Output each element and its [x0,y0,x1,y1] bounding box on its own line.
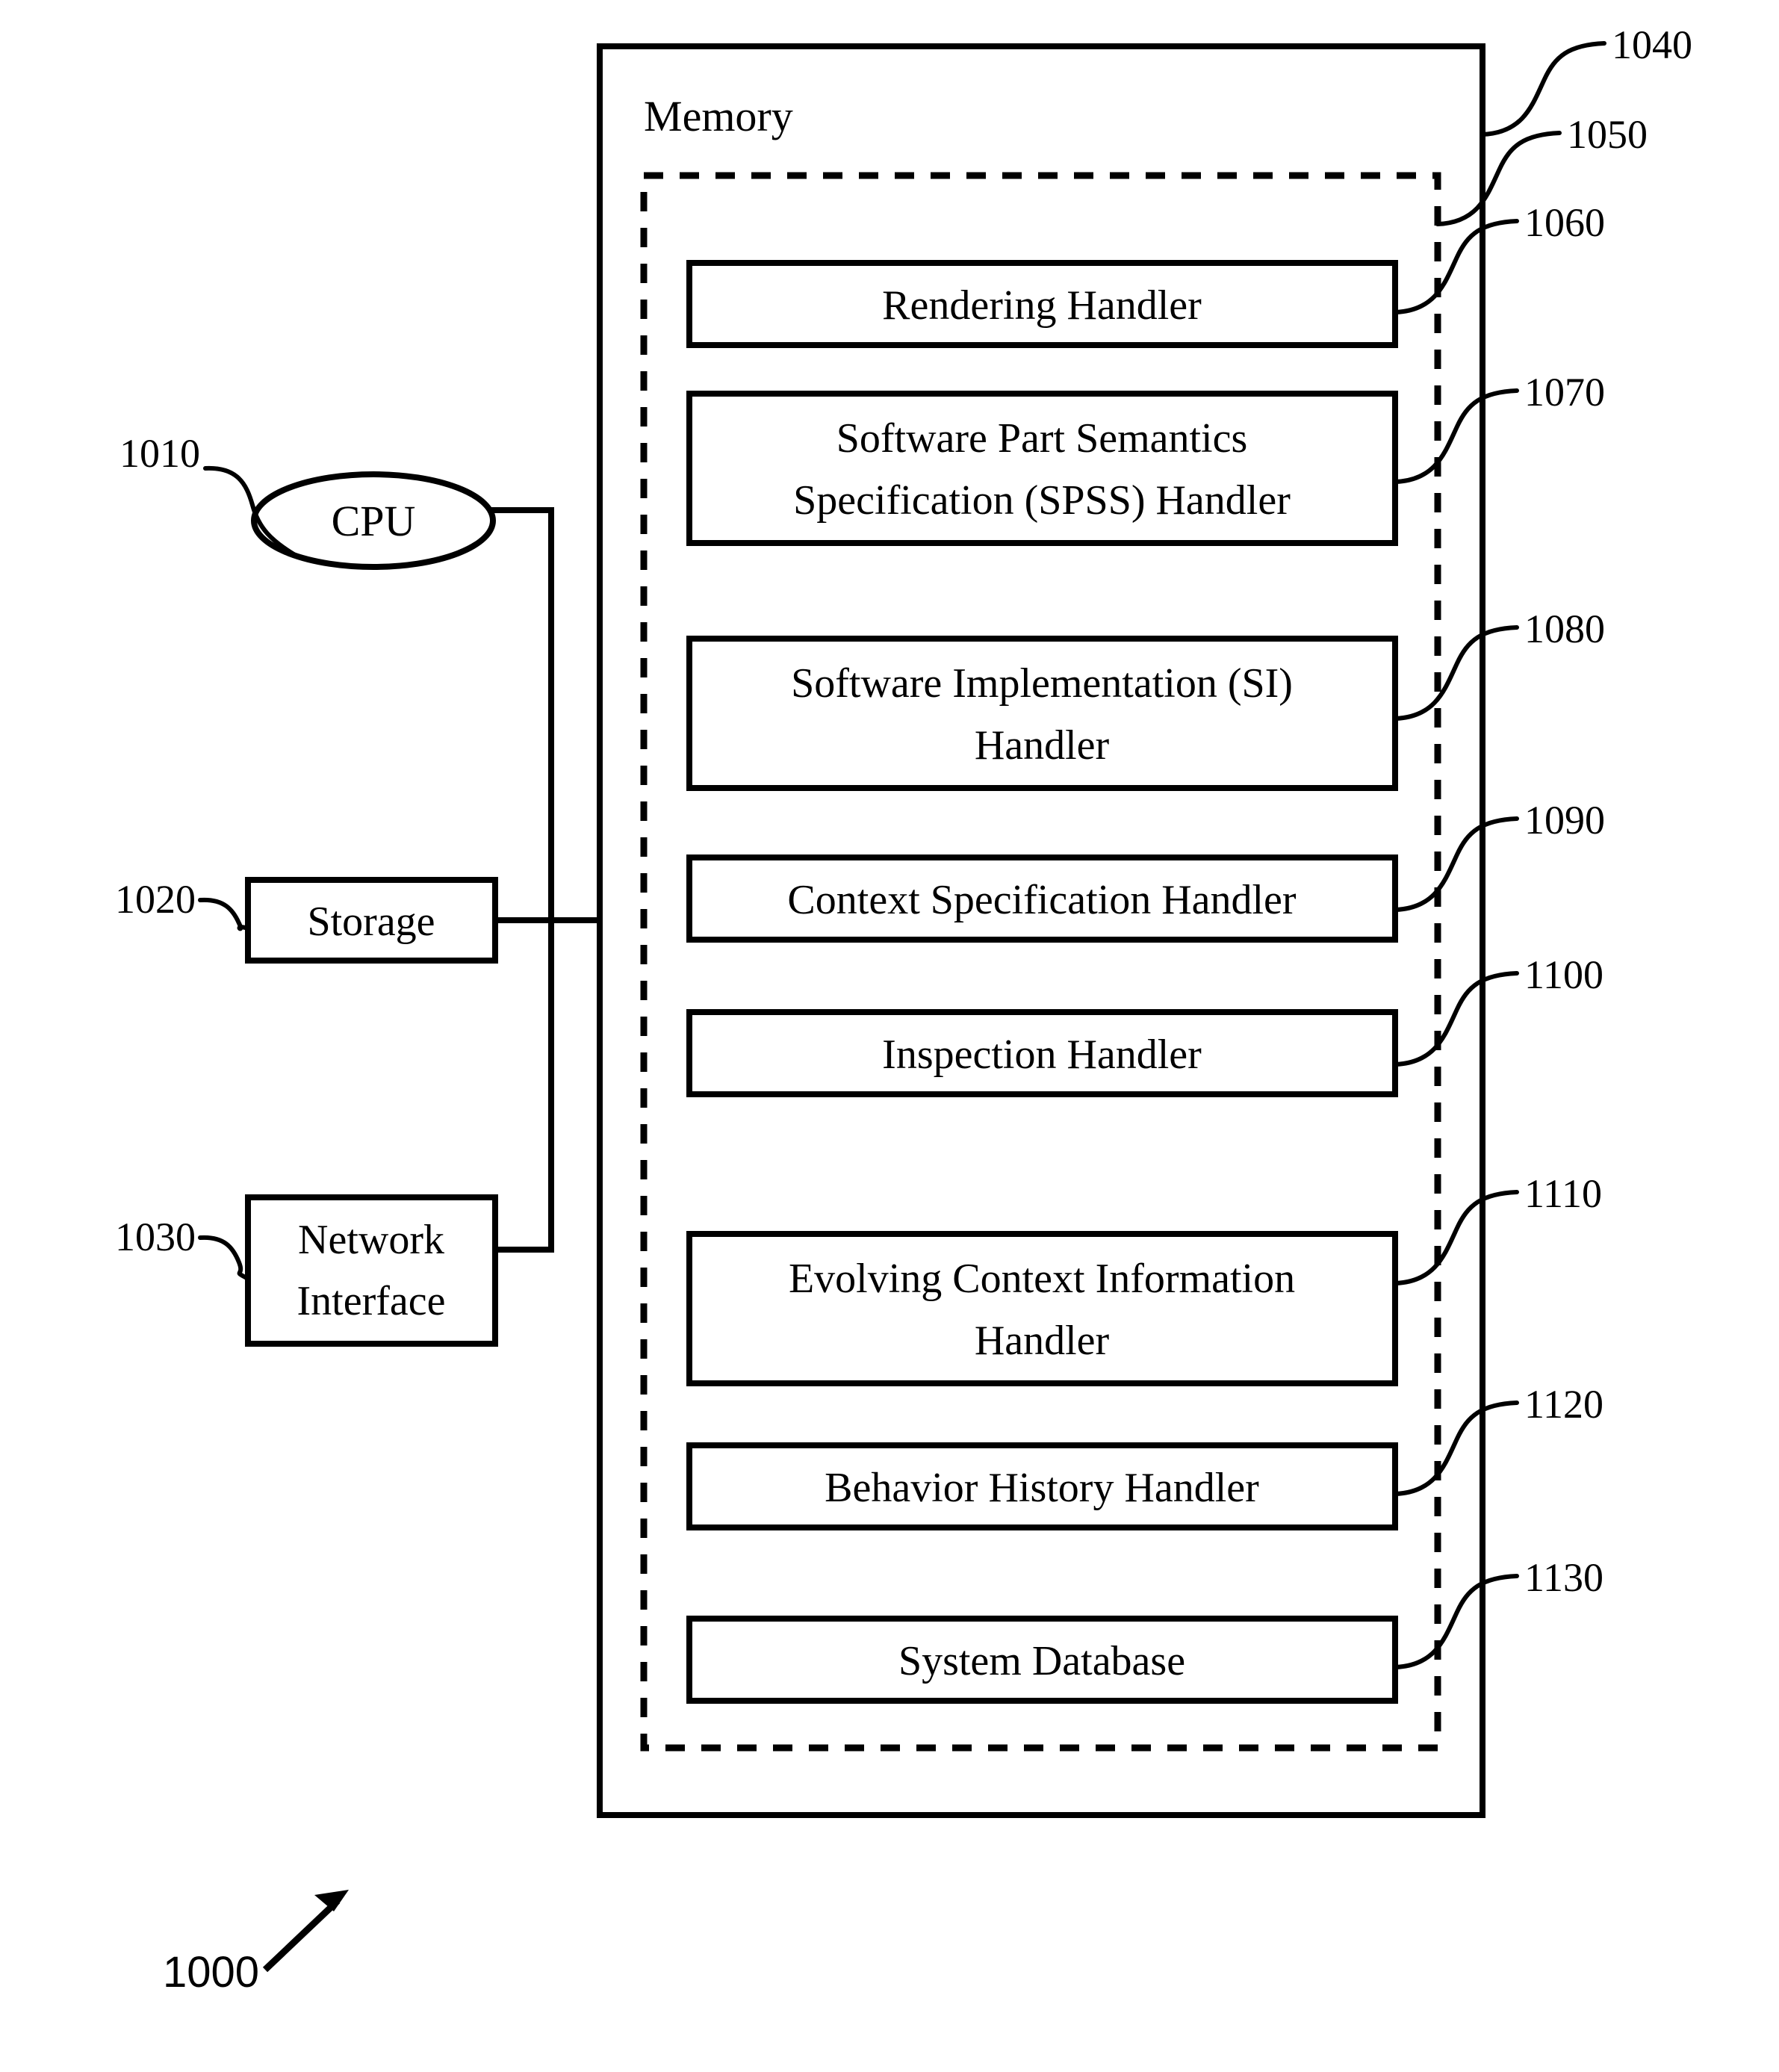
leader-lines-left-group [198,465,301,1281]
leader-line-1090 [1393,816,1519,912]
ref-numeral-1110: 1110 [1524,1171,1602,1216]
handler-label-evolving-context-line1: Evolving Context Information [789,1256,1295,1302]
leader-line-1030 [198,1235,250,1281]
handler-label-si-line2: Handler [975,722,1110,769]
memory-title: Memory [644,92,793,140]
reference-numerals-right: 1040 1050 1060 1070 1080 1090 1100 1110 … [1524,22,1692,1600]
figure-arrow-head [314,1890,349,1911]
system-bus [490,507,603,1253]
handler-label-system-database-line1: System Database [898,1638,1185,1684]
ref-numeral-1070: 1070 [1524,370,1605,415]
leader-line-1100 [1393,971,1519,1067]
ref-numeral-1120: 1120 [1524,1382,1603,1427]
storage-node: Storage [245,877,498,964]
handler-label-si-line1: Software Implementation (SI) [791,660,1293,707]
handler-label-spss-line1: Software Part Semantics [836,415,1248,462]
handler-label-inspection-line1: Inspection Handler [882,1032,1202,1078]
ref-numeral-1080: 1080 [1524,607,1605,651]
storage-label: Storage [307,899,435,945]
leader-line-1080 [1393,625,1519,721]
leader-line-1130 [1393,1574,1519,1669]
ref-numeral-1090: 1090 [1524,798,1605,843]
handler-label-spss-line2: Specification (SPSS) Handler [793,477,1291,524]
leader-line-1110 [1393,1190,1519,1285]
leader-line-1020 [198,897,250,931]
reference-numerals-left: 1010 1020 1030 [115,431,200,1259]
ref-numeral-1130: 1130 [1524,1555,1603,1600]
figure-reference-callout: 1000 [163,1890,349,1997]
figure-reference-number: 1000 [163,1948,259,1997]
network-interface-label-line2: Interface [297,1278,446,1324]
patent-figure: CPU Storage Network Interface Memory Ren… [0,0,1779,2072]
leader-line-1060 [1393,219,1519,314]
cpu-label: CPU [332,497,416,545]
leader-line-1070 [1393,388,1519,484]
ref-numeral-1020: 1020 [115,877,196,922]
handler-label-evolving-context-line2: Handler [975,1318,1110,1364]
ref-numeral-1030: 1030 [115,1215,196,1259]
handler-label-context-specification-line1: Context Specification Handler [787,877,1296,923]
ref-numeral-1050: 1050 [1567,112,1648,157]
network-interface-label-line1: Network [298,1217,444,1263]
diagram-canvas: CPU Storage Network Interface Memory Ren… [115,22,1692,1997]
figure-arrow-shaft [262,1898,341,1973]
handler-label-rendering-line1: Rendering Handler [882,282,1202,329]
ref-numeral-1060: 1060 [1524,200,1605,245]
ref-numeral-1010: 1010 [119,431,200,476]
ref-numeral-1040: 1040 [1612,22,1692,67]
handler-labels-group: Rendering Handler Software Part Semantic… [787,282,1296,1684]
network-interface-node: Network Interface [245,1194,498,1347]
leader-line-1120 [1393,1401,1519,1496]
ref-numeral-1100: 1100 [1524,952,1603,997]
handler-label-behavior-history-line1: Behavior History Handler [825,1465,1259,1511]
